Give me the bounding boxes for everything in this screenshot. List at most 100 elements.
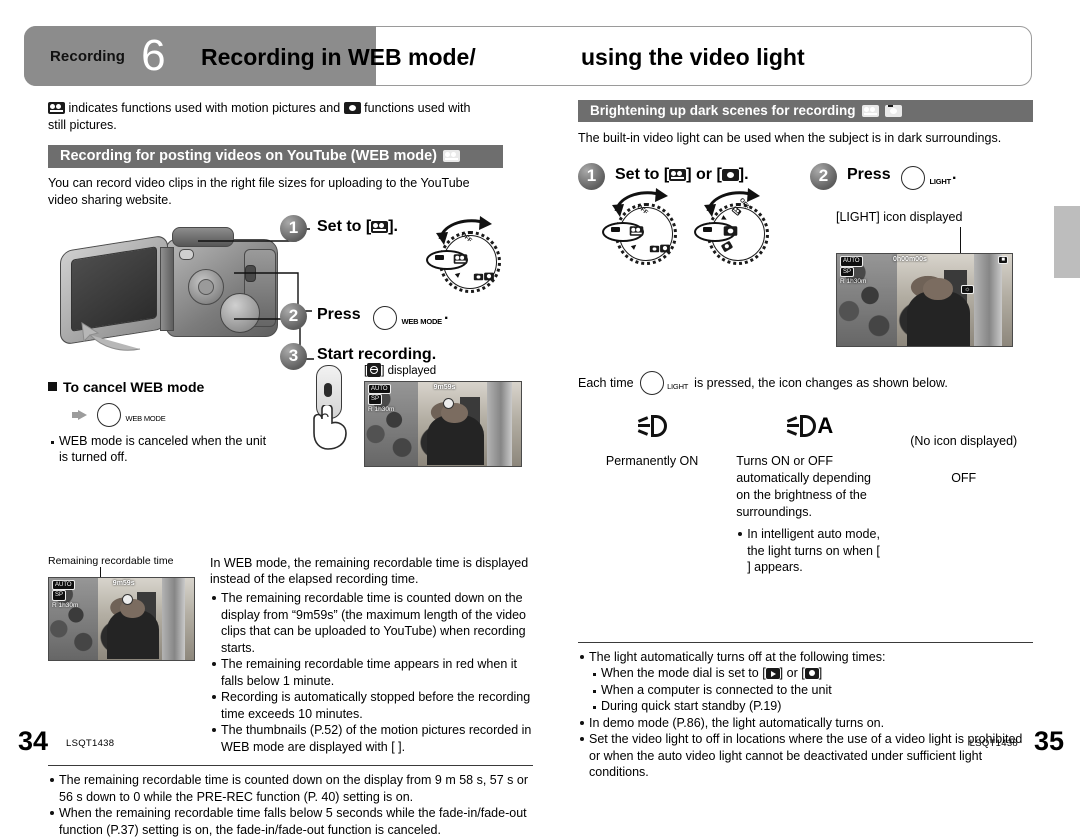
- motion-picture-icon: [371, 220, 389, 233]
- auto-chip: AUTO: [840, 255, 863, 267]
- still-picture-icon: [649, 245, 660, 253]
- left-page-column: indicates functions used with motion pic…: [48, 100, 533, 838]
- list-item: The thumbnails (P.52) of the motion pict…: [210, 722, 533, 755]
- light-button-caption: LIGHT: [929, 176, 952, 186]
- page-header: Recording 6 Recording in WEB mode/ using…: [24, 26, 1032, 86]
- light-mode-auto: A Turns ON or OFF automatically dependin…: [736, 414, 884, 576]
- arrow-right-icon: [72, 407, 87, 425]
- still-picture-icon: [473, 273, 484, 280]
- step-3-label: Start recording.: [317, 345, 437, 363]
- lcd-pillar: [486, 381, 512, 466]
- lcd-pillar: [973, 253, 1002, 346]
- web-mode-button-icon[interactable]: [373, 305, 398, 330]
- list-item: In demo mode (P.86), the light automatic…: [578, 715, 1033, 732]
- playback-photo-icon: [484, 272, 494, 280]
- list-item: When the remaining recordable time falls…: [48, 805, 533, 838]
- step-2-video-light: 2 Press LIGHT .: [810, 162, 956, 190]
- right-page-column: Brightening up dark scenes for recording…: [578, 100, 1033, 781]
- step-2-number: 2: [280, 302, 307, 330]
- auto-chip: AUTO: [368, 383, 391, 395]
- step-1-label: Set to [] or [].: [615, 165, 749, 183]
- mode-dial-video: OFF ▶: [602, 187, 684, 269]
- list-item: The light automatically turns off at the…: [578, 649, 1033, 666]
- step-1: 1 Set to [].: [280, 214, 398, 242]
- list-item: The remaining recordable time appears in…: [210, 656, 533, 689]
- lcd-preview-web-mode: AUTO SP R 1h30m 9m59s: [364, 380, 522, 467]
- web-mode-button-caption: WEB MODE: [125, 413, 166, 423]
- still-picture-icon: [721, 168, 739, 181]
- list-item: In intelligent auto mode, the light turn…: [736, 526, 884, 576]
- lcd-timer: 0h00m00s: [893, 255, 927, 263]
- step-3-number: 3: [280, 342, 307, 370]
- motion-picture-icon: [443, 149, 460, 162]
- web-mode-icon: [367, 362, 382, 377]
- motion-picture-icon: [629, 226, 644, 236]
- section-band-label: Recording for posting videos on YouTube …: [60, 147, 437, 164]
- light-mode-auto-notes: In intelligent auto mode, the light turn…: [736, 526, 884, 576]
- video-light-on-icon: [578, 414, 726, 441]
- lcd-battery-icon: ■: [998, 255, 1008, 264]
- still-picture-icon: [343, 102, 361, 114]
- step-1-video-light: 1 Set to [] or [].: [578, 162, 749, 190]
- step-1-number: 1: [280, 214, 307, 242]
- list-item: When a computer is connected to the unit: [590, 682, 1033, 699]
- light-mode-on: Permanently ON: [578, 414, 726, 576]
- remaining-time-osd: R 1h30m: [52, 601, 79, 609]
- lcd-osd-left: AUTO SP R 1h30m: [368, 383, 395, 415]
- bullet-square-icon: [48, 382, 57, 391]
- web-mode-button-caption: WEB MODE: [401, 316, 443, 326]
- video-light-notes: The light automatically turns off at the…: [578, 649, 1033, 781]
- quality-chip: SP: [840, 266, 855, 278]
- motion-picture-icon: [669, 168, 687, 181]
- lcd-timer: 9m59s: [433, 383, 456, 391]
- remaining-time-osd: R 1h30m: [368, 405, 395, 413]
- mode-dial-photo: OFF ▶: [694, 187, 776, 269]
- mode-dial-video: OFF ▶: [426, 215, 508, 297]
- motion-picture-icon: [453, 253, 468, 264]
- lcd-preview-light: AUTO SP R 1h30m 0h00m00s ■ ☼: [836, 252, 1013, 347]
- list-item: During quick start standby (P.19): [590, 698, 1033, 715]
- lcd-preview-remaining-time: AUTO SP R 1h30m 9m59s: [48, 576, 195, 661]
- web-mode-button-icon[interactable]: [97, 402, 121, 427]
- step-2: 2 Press WEB MODE .: [280, 302, 448, 330]
- intro-paragraph: indicates functions used with motion pic…: [48, 100, 533, 134]
- still-picture-icon: [723, 226, 738, 236]
- section-band-video-light: Brightening up dark scenes for recording: [578, 100, 1033, 122]
- quality-chip: SP: [368, 394, 383, 405]
- intro-text-before: indicates functions used with motion pic…: [68, 101, 341, 115]
- right-page-number: 35: [1033, 726, 1064, 756]
- step-2-label: Press WEB MODE .: [317, 303, 448, 330]
- left-footer-bullets: The remaining recordable time is counted…: [48, 772, 533, 838]
- section-divider: [48, 765, 533, 767]
- list-item: Set the video light to off in locations …: [578, 731, 1033, 781]
- cancel-web-mode-block: To cancel WEB mode WEB MODE WEB mode is …: [48, 379, 278, 466]
- remaining-time-explain-block: Remaining recordable time AUTO SP R 1h30…: [48, 555, 533, 756]
- lcd-web-badge-icon: [443, 397, 454, 409]
- page-title-left: Recording in WEB mode/: [201, 43, 476, 70]
- video-light-auto-icon: A: [736, 414, 884, 441]
- playback-photo-icon: [804, 668, 819, 680]
- step-1-label: Set to [].: [317, 217, 398, 235]
- step-1-number: 1: [578, 162, 605, 190]
- web-mode-bullets: The remaining recordable time is counted…: [210, 590, 533, 755]
- list-item: The remaining recordable time is counted…: [48, 772, 533, 805]
- lcd-web-badge-icon: [121, 593, 133, 605]
- lcd-timer: 9m59s: [112, 579, 135, 587]
- motion-picture-icon: [48, 102, 65, 114]
- list-item: The remaining recordable time is counted…: [210, 590, 533, 656]
- chapter-number: 6: [141, 31, 166, 80]
- lcd-osd-left: AUTO SP R 1h30m: [52, 579, 79, 611]
- edge-index-tab: [1054, 206, 1080, 278]
- remaining-time-osd: R 1h30m: [840, 278, 867, 286]
- section-band-label: Brightening up dark scenes for recording: [590, 103, 856, 118]
- light-button-icon[interactable]: [901, 165, 926, 190]
- lcd-light-caption: [LIGHT] icon displayed: [836, 209, 963, 224]
- light-mode-off-title: OFF: [951, 470, 977, 485]
- list-item: Recording is automatically stopped befor…: [210, 689, 533, 722]
- section-divider: [578, 641, 1033, 643]
- section-band-web-mode: Recording for posting videos on YouTube …: [48, 144, 503, 168]
- intro-text-middle: functions used with: [364, 101, 471, 115]
- light-mode-on-title: Permanently ON: [605, 453, 699, 468]
- list-item: WEB mode is canceled when the unit is tu…: [48, 433, 278, 466]
- finger-press-icon: [313, 404, 347, 450]
